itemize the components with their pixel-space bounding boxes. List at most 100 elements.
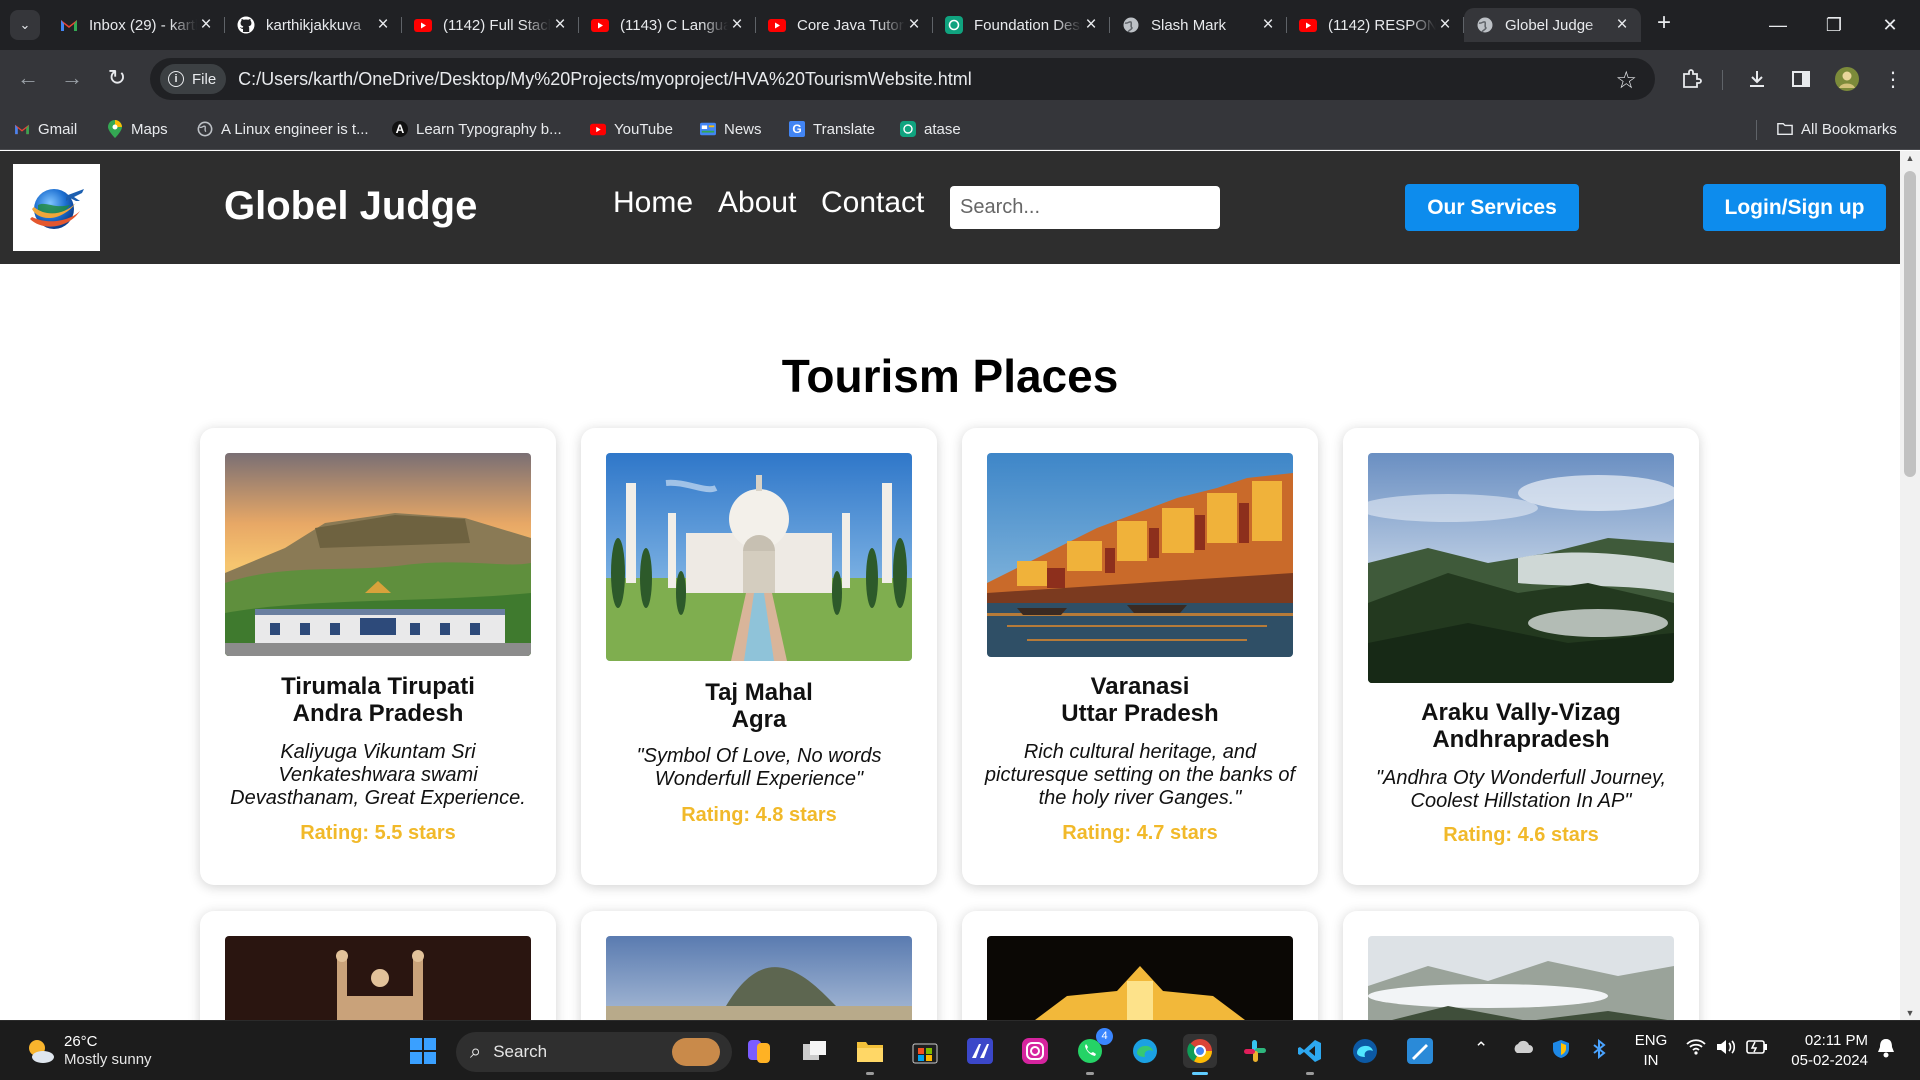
place-card[interactable]: [1343, 911, 1699, 1020]
minimize-button[interactable]: —: [1750, 0, 1806, 50]
site-logo[interactable]: [13, 164, 100, 251]
place-name-line2: Andra Pradesh: [292, 700, 464, 727]
bookmark-maps[interactable]: Maps: [107, 116, 168, 142]
show-hidden-icons-chevron-icon[interactable]: ⌃: [1474, 1039, 1488, 1059]
browser-tab[interactable]: karthikjakkuva ×: [225, 8, 402, 42]
address-bar[interactable]: i File C:/Users/karth/OneDrive/Desktop/M…: [150, 58, 1655, 100]
back-button[interactable]: ←: [12, 62, 44, 94]
youtube-icon: [591, 16, 609, 34]
bookmark-news[interactable]: News: [700, 116, 762, 142]
browser-tab-bar: ⌄ Inbox (29) - karthik × karthikjakkuva …: [0, 0, 1920, 50]
our-services-button[interactable]: Our Services: [1405, 184, 1579, 231]
bookmark-typography[interactable]: A Learn Typography b...: [392, 116, 562, 142]
browser-tab[interactable]: (1143) C Language ×: [579, 8, 756, 42]
browser-tab[interactable]: Inbox (29) - karthik ×: [48, 8, 225, 42]
close-icon[interactable]: ×: [197, 14, 215, 36]
place-card[interactable]: Varanasi Uttar Pradesh Rich cultural her…: [962, 428, 1318, 885]
menu-kebab-icon[interactable]: ⋮: [1878, 64, 1908, 94]
bookmark-gmail[interactable]: Gmail: [14, 116, 77, 142]
chrome-icon[interactable]: [1183, 1034, 1217, 1075]
close-icon[interactable]: ×: [728, 14, 746, 36]
download-icon[interactable]: [1742, 64, 1772, 94]
toolbar-divider: [1722, 70, 1723, 90]
browser-tab[interactable]: Foundation Design ×: [933, 8, 1110, 42]
copilot-icon[interactable]: [742, 1034, 776, 1068]
edge-icon[interactable]: [1128, 1034, 1162, 1068]
edge-dev-icon[interactable]: [1348, 1034, 1382, 1068]
window-close-button[interactable]: ✕: [1862, 0, 1918, 50]
volume-icon[interactable]: [1716, 1039, 1736, 1060]
bookmark-translate[interactable]: G Translate: [789, 116, 875, 142]
browser-tab-active[interactable]: Globel Judge ×: [1464, 8, 1641, 42]
taskbar-search-box[interactable]: ⌕ Search: [456, 1032, 732, 1072]
file-explorer-icon[interactable]: [853, 1034, 887, 1075]
scroll-down-icon[interactable]: ▼: [1900, 1008, 1920, 1018]
whatsapp-icon[interactable]: 4: [1073, 1028, 1113, 1075]
place-card[interactable]: Tirumala Tirupati Andra Pradesh Kaliyuga…: [200, 428, 556, 885]
url-text[interactable]: C:/Users/karth/OneDrive/Desktop/My%20Pro…: [238, 69, 972, 90]
bookmark-linux-engineer[interactable]: A Linux engineer is t...: [197, 116, 369, 142]
language-indicator[interactable]: ENG IN: [1634, 1031, 1668, 1071]
bookmark-youtube[interactable]: YouTube: [590, 116, 673, 142]
close-icon[interactable]: ×: [905, 14, 923, 36]
weather-widget[interactable]: 26°C Mostly sunny: [24, 1033, 152, 1069]
vscode-icon[interactable]: [1293, 1034, 1327, 1075]
browser-tab[interactable]: (1142) RESPONSIVE ×: [1287, 8, 1464, 42]
restore-button[interactable]: ❐: [1806, 0, 1862, 50]
place-name-line1: Tirumala Tirupati: [281, 673, 475, 700]
place-card[interactable]: Taj Mahal Agra "Symbol Of Love, No words…: [581, 428, 937, 885]
place-card[interactable]: [200, 911, 556, 1020]
task-view-icon[interactable]: [798, 1034, 832, 1068]
site-brand-title[interactable]: Globel Judge: [224, 184, 477, 229]
page-scrollbar[interactable]: ▲ ▼: [1900, 151, 1920, 1020]
tab-search-button[interactable]: ⌄: [10, 10, 40, 40]
reload-button[interactable]: ↻: [101, 62, 133, 94]
forward-button[interactable]: →: [56, 62, 88, 94]
nav-contact-link[interactable]: Contact: [821, 186, 924, 220]
new-tab-button[interactable]: +: [1652, 11, 1676, 36]
place-card[interactable]: [581, 911, 937, 1020]
bookmark-atase[interactable]: atase: [900, 116, 961, 142]
scrollbar-thumb[interactable]: [1904, 171, 1916, 477]
profile-avatar[interactable]: [1832, 64, 1862, 94]
place-card[interactable]: Araku Vally-Vizag Andhrapradesh "Andhra …: [1343, 428, 1699, 885]
bluetooth-icon[interactable]: [1592, 1038, 1606, 1064]
login-signup-button[interactable]: Login/Sign up: [1703, 184, 1886, 231]
close-icon[interactable]: ×: [1436, 14, 1454, 36]
slack-icon[interactable]: [1238, 1034, 1272, 1068]
nav-home-link[interactable]: Home: [613, 186, 693, 220]
onedrive-cloud-icon[interactable]: [1512, 1039, 1534, 1060]
tab-title: Core Java Tutorial: [797, 16, 905, 34]
battery-icon[interactable]: [1746, 1039, 1768, 1059]
search-icon: ⌕: [470, 1040, 482, 1063]
close-icon[interactable]: ×: [1082, 14, 1100, 36]
github-icon: [237, 16, 255, 34]
close-icon[interactable]: ×: [551, 14, 569, 36]
start-button[interactable]: [406, 1034, 440, 1068]
instagram-icon[interactable]: [1018, 1034, 1052, 1068]
math-app-icon[interactable]: [963, 1034, 997, 1068]
browser-tab[interactable]: Core Java Tutorial ×: [756, 8, 933, 42]
notification-bell-icon[interactable]: [1876, 1037, 1896, 1064]
place-name-line1: Taj Mahal: [705, 679, 813, 706]
scroll-up-icon[interactable]: ▲: [1900, 153, 1920, 163]
site-info-chip[interactable]: i File: [160, 64, 227, 94]
all-bookmarks-button[interactable]: All Bookmarks: [1777, 116, 1897, 142]
close-icon[interactable]: ×: [1613, 14, 1631, 36]
paint-icon[interactable]: [1403, 1034, 1437, 1068]
microsoft-store-icon[interactable]: [908, 1034, 942, 1068]
browser-tab[interactable]: (1142) Full Stack ×: [402, 8, 579, 42]
nav-about-link[interactable]: About: [718, 186, 796, 220]
extensions-icon[interactable]: [1676, 64, 1706, 94]
weather-temperature: 26°C: [64, 1033, 98, 1050]
security-shield-icon[interactable]: [1552, 1039, 1570, 1064]
wifi-icon[interactable]: [1686, 1039, 1706, 1060]
place-card[interactable]: [962, 911, 1318, 1020]
close-icon[interactable]: ×: [1259, 14, 1277, 36]
system-clock[interactable]: 02:11 PM 05-02-2024: [1780, 1031, 1868, 1071]
browser-tab[interactable]: Slash Mark ×: [1110, 8, 1287, 42]
side-panel-icon[interactable]: [1786, 64, 1816, 94]
close-icon[interactable]: ×: [374, 14, 392, 36]
site-search-input[interactable]: [950, 186, 1220, 229]
bookmark-star-icon[interactable]: ☆: [1615, 66, 1637, 95]
